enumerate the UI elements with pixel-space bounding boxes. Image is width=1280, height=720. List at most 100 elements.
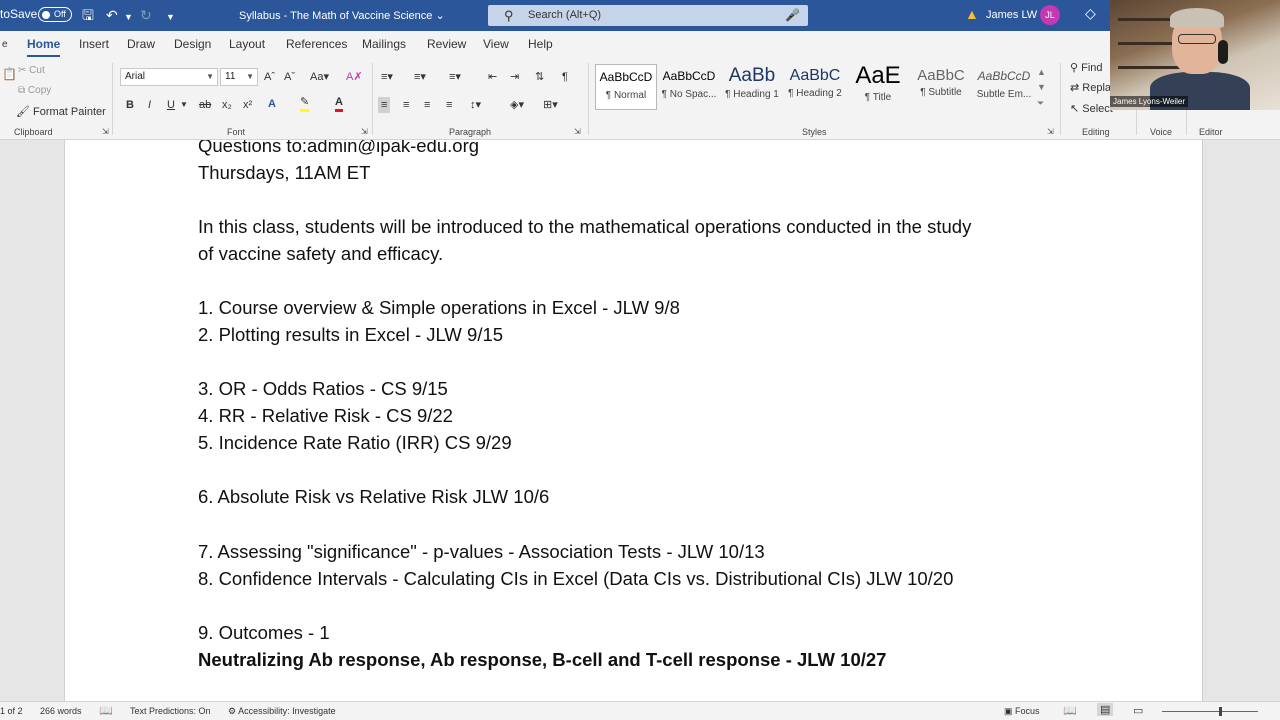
replace-button[interactable]: ⇄ Repla (1070, 81, 1111, 94)
style-heading-2[interactable]: AaBbC ¶ Heading 2 (784, 64, 846, 110)
list-item[interactable]: 8. Confidence Intervals - Calculating CI… (198, 565, 953, 592)
highlight-icon[interactable]: ✎ (300, 96, 310, 112)
file-tab-partial[interactable]: e (2, 39, 8, 50)
list-item-bold[interactable]: Neutralizing Ab response, Ab response, B… (198, 646, 886, 673)
zoom-slider[interactable] (1162, 711, 1258, 712)
contact-line[interactable]: Questions to:admin@ipak-edu.org (198, 140, 479, 159)
document-title[interactable]: Syllabus - The Math of Vaccine Science ⌄ (239, 9, 445, 22)
change-case-icon[interactable]: Aa▾ (310, 69, 329, 85)
show-formatting-icon[interactable]: ¶ (562, 69, 568, 85)
font-size-select[interactable]: 11 ▼ (220, 68, 258, 86)
list-item[interactable]: 2. Plotting results in Excel - JLW 9/15 (198, 321, 503, 348)
style-subtitle[interactable]: AaBbC ¶ Subtitle (910, 64, 972, 110)
proofing-icon[interactable]: 📖 (99, 704, 113, 717)
user-name[interactable]: James LW (986, 9, 1037, 21)
multilevel-list-icon[interactable]: ≡▾ (449, 69, 461, 85)
list-item[interactable]: 6. Absolute Risk vs Relative Risk JLW 10… (198, 483, 549, 510)
tab-references[interactable]: References (286, 37, 347, 51)
underline-button[interactable]: U (167, 97, 175, 113)
numbering-icon[interactable]: ≡▾ (414, 69, 426, 85)
tab-mailings[interactable]: Mailings (362, 37, 406, 51)
increase-indent-icon[interactable]: ⇥ (510, 69, 519, 85)
grow-font-icon[interactable]: Aˆ (264, 69, 275, 85)
underline-dropdown-icon[interactable]: ▼ (180, 97, 188, 113)
select-button[interactable]: ↖ Select (1070, 102, 1113, 115)
line-spacing-icon[interactable]: ↕▾ (470, 97, 481, 113)
subscript-button[interactable]: x₂ (222, 97, 232, 113)
redo-icon: ↻ (140, 7, 152, 23)
font-name-select[interactable]: Arial ▼ (120, 68, 218, 86)
tab-view[interactable]: View (483, 37, 509, 51)
search-box[interactable]: ⚲ Search (Alt+Q) 🎤 (488, 5, 808, 26)
superscript-button[interactable]: x² (243, 97, 252, 113)
style-heading-1[interactable]: AaBb ¶ Heading 1 (721, 64, 783, 110)
autosave-toggle[interactable]: Off (38, 7, 72, 22)
bullets-icon[interactable]: ≡▾ (381, 69, 393, 85)
avatar[interactable]: JL (1040, 5, 1060, 25)
intro-line[interactable]: In this class, students will be introduc… (198, 213, 971, 240)
tab-draw[interactable]: Draw (127, 37, 155, 51)
align-left-icon[interactable]: ≡ (378, 97, 391, 113)
schedule-line[interactable]: Thursdays, 11AM ET (198, 159, 370, 186)
styles-more-icon[interactable]: ⏷ (1037, 95, 1044, 111)
styles-launcher-icon[interactable]: ⇲ (1047, 127, 1054, 136)
find-button[interactable]: ⚲ Find (1070, 61, 1103, 74)
focus-button[interactable]: ▣ Focus (1004, 706, 1040, 717)
bold-button[interactable]: B (126, 97, 134, 113)
undo-dropdown-icon[interactable]: ▼ (124, 8, 133, 26)
read-mode-icon[interactable]: 📖 (1063, 704, 1077, 717)
list-item[interactable]: 3. OR - Odds Ratios - CS 9/15 (198, 375, 448, 402)
align-center-icon[interactable]: ≡ (403, 97, 409, 113)
italic-button[interactable]: I (148, 97, 151, 113)
font-color-icon[interactable]: A (335, 96, 343, 112)
zoom-slider-thumb[interactable] (1219, 707, 1222, 716)
document-area[interactable]: Questions to:admin@ipak-edu.org Thursday… (0, 140, 1280, 701)
tab-insert[interactable]: Insert (79, 37, 109, 51)
shrink-font-icon[interactable]: Aˇ (284, 69, 295, 85)
style-title[interactable]: AaE ¶ Title (847, 62, 909, 110)
microphone-icon[interactable]: 🎤 (785, 5, 800, 26)
text-effects-icon[interactable]: A (268, 96, 276, 112)
tab-help[interactable]: Help (528, 37, 553, 51)
justify-icon[interactable]: ≡ (446, 97, 452, 113)
paragraph-launcher-icon[interactable]: ⇲ (574, 127, 581, 136)
save-icon[interactable]: 🖫 (82, 6, 94, 24)
text-predictions-status[interactable]: Text Predictions: On (130, 706, 211, 716)
document-page[interactable]: Questions to:admin@ipak-edu.org Thursday… (64, 140, 1203, 701)
style-subtle-emphasis[interactable]: AaBbCcD Subtle Em... (973, 64, 1035, 110)
customize-toolbar-icon[interactable]: ▼ (166, 8, 175, 26)
sort-icon[interactable]: ⇅ (535, 69, 544, 85)
premium-diamond-icon[interactable]: ◇ (1085, 5, 1096, 22)
style-no-spacing[interactable]: AaBbCcD ¶ No Spac... (658, 64, 720, 110)
style-normal[interactable]: AaBbCcD ¶ Normal (595, 64, 657, 110)
format-painter-button[interactable]: 🖌 Format Painter (16, 105, 106, 118)
tab-review[interactable]: Review (427, 37, 466, 51)
list-item[interactable]: 5. Incidence Rate Ratio (IRR) CS 9/29 (198, 429, 512, 456)
warning-icon[interactable]: ▲ (965, 6, 979, 22)
styles-scroll-down-icon[interactable]: ▼ (1037, 79, 1046, 95)
shading-icon[interactable]: ◈▾ (510, 97, 524, 113)
word-count[interactable]: 266 words (40, 706, 82, 716)
list-item[interactable]: 9. Outcomes - 1 (198, 619, 330, 646)
decrease-indent-icon[interactable]: ⇤ (488, 69, 497, 85)
paste-icon[interactable]: 📋 (2, 67, 17, 81)
tab-home[interactable]: Home (27, 37, 61, 57)
intro-line[interactable]: of vaccine safety and efficacy. (198, 240, 443, 267)
clear-formatting-icon[interactable]: A✗ (346, 69, 363, 85)
page-count[interactable]: 1 of 2 (0, 706, 23, 716)
list-item[interactable]: 7. Assessing "significance" - p-values -… (198, 538, 765, 565)
tab-design[interactable]: Design (174, 37, 211, 51)
undo-icon[interactable]: ↶ (106, 6, 118, 24)
list-item[interactable]: 1. Course overview & Simple operations i… (198, 294, 680, 321)
list-item[interactable]: 4. RR - Relative Risk - CS 9/22 (198, 402, 453, 429)
web-layout-icon[interactable]: ▭ (1133, 704, 1143, 717)
strikethrough-button[interactable]: ab (199, 97, 211, 113)
clipboard-launcher-icon[interactable]: ⇲ (102, 127, 109, 136)
borders-icon[interactable]: ⊞▾ (543, 97, 558, 113)
align-right-icon[interactable]: ≡ (424, 97, 430, 113)
accessibility-status[interactable]: ⚙ Accessibility: Investigate (228, 706, 336, 717)
styles-scroll-up-icon[interactable]: ▲ (1037, 64, 1046, 80)
print-layout-icon[interactable]: ▤ (1097, 703, 1114, 716)
tab-layout[interactable]: Layout (229, 37, 265, 51)
font-launcher-icon[interactable]: ⇲ (361, 127, 368, 136)
